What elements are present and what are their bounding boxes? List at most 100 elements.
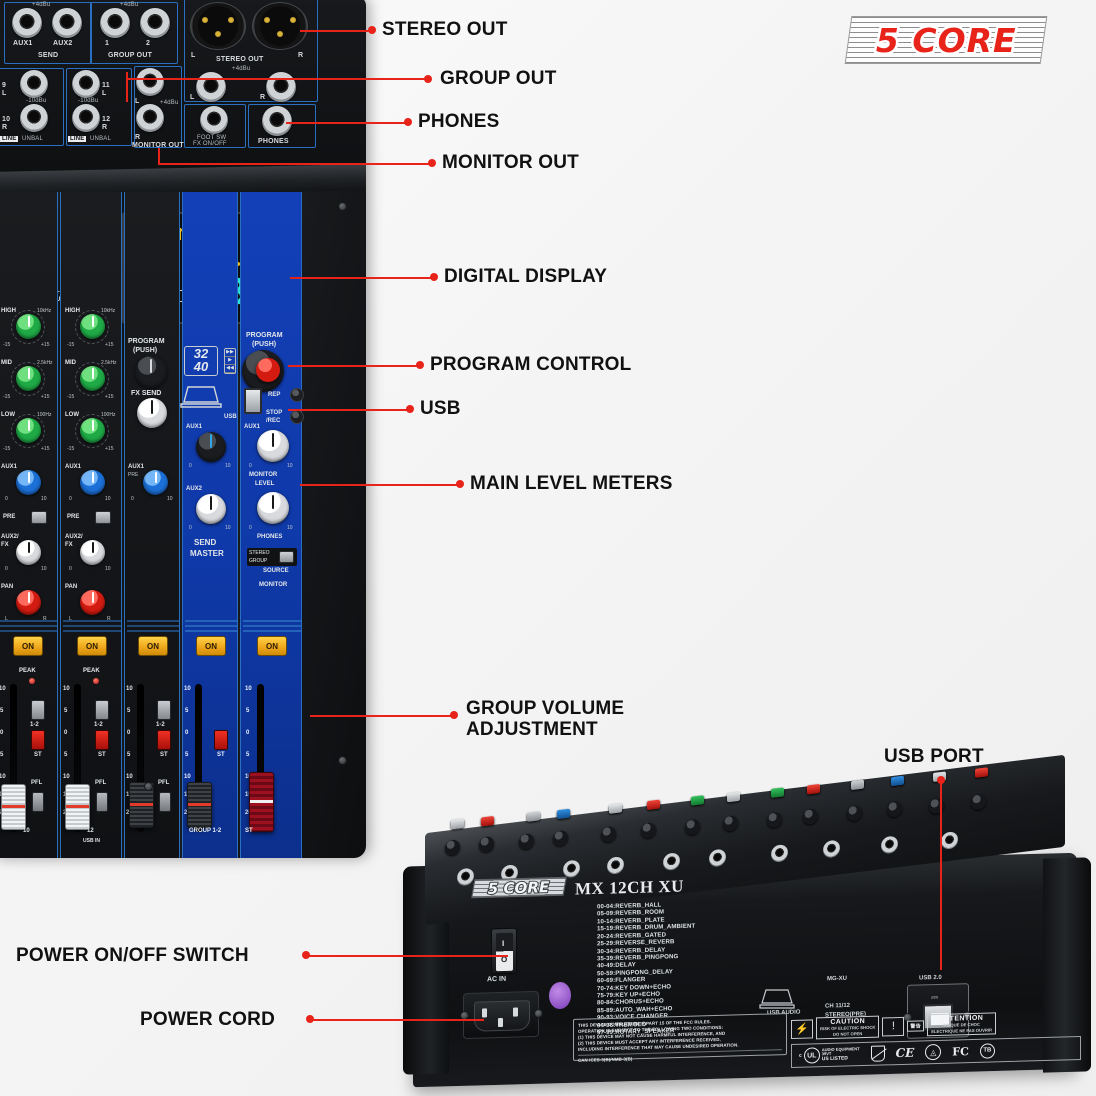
top-cap-red-4[interactable] — [975, 767, 988, 778]
rear-knob-11[interactable] — [847, 804, 862, 822]
rear-jack-1[interactable] — [457, 867, 474, 887]
top-cap-green-2[interactable] — [771, 787, 784, 798]
rear-jack-7[interactable] — [771, 843, 788, 863]
eq-high-knob-1[interactable] — [16, 314, 41, 339]
rear-knob-10[interactable] — [803, 808, 818, 826]
top-cap-blue-1[interactable] — [557, 808, 570, 820]
bus-st-button-2[interactable] — [95, 730, 109, 750]
rep-button[interactable] — [290, 388, 304, 402]
eq-mid-knob-1[interactable] — [16, 366, 41, 391]
stereo-out-l-trs[interactable] — [196, 72, 226, 102]
fx-program-knob[interactable] — [135, 356, 167, 388]
rear-knob-4[interactable] — [553, 829, 568, 847]
stop-rec-button[interactable] — [290, 410, 304, 424]
send-master-aux1-knob[interactable] — [196, 432, 226, 462]
line-in-12-jack[interactable] — [72, 104, 100, 132]
rear-knob-6[interactable] — [641, 822, 656, 839]
rear-knob-12[interactable] — [887, 800, 902, 818]
monitor-out-l-jack[interactable] — [136, 68, 164, 96]
power-cord-socket[interactable] — [460, 990, 543, 1040]
fader-scale-0-3: 0 — [127, 730, 131, 736]
phones-knob[interactable] — [257, 492, 289, 524]
top-cap-4[interactable] — [727, 791, 740, 803]
pre-switch-1[interactable] — [31, 511, 47, 524]
bus-1-2-button-1[interactable] — [31, 700, 45, 720]
top-cap-green-1[interactable] — [691, 795, 704, 806]
group-fader-cap[interactable] — [187, 782, 212, 828]
rear-jack-4[interactable] — [607, 855, 624, 876]
monitor-level-knob[interactable] — [257, 430, 289, 462]
line-in-9-jack[interactable] — [20, 70, 48, 98]
top-cap-5[interactable] — [851, 779, 864, 791]
transport-mini-buttons[interactable]: ▶▶ ▶ ◀◀ — [224, 348, 236, 374]
aux1-send-jack[interactable] — [12, 8, 42, 38]
line-in-11-jack[interactable] — [72, 70, 100, 98]
bus-st-button-3[interactable] — [157, 730, 171, 750]
rear-knob-1[interactable] — [445, 839, 460, 856]
rear-jack-3[interactable] — [563, 859, 580, 879]
stereo-out-r-xlr[interactable] — [252, 2, 308, 50]
source-toggle-switch[interactable] — [279, 551, 294, 563]
aux2fx-knob-2[interactable] — [80, 540, 105, 565]
aux1-knob-3[interactable] — [143, 470, 168, 495]
aux1-knob-2[interactable] — [80, 470, 105, 495]
pan-knob-1[interactable] — [16, 590, 41, 615]
power-switch[interactable]: I O — [491, 927, 517, 975]
eq-mid-knob-2[interactable] — [80, 366, 105, 391]
power-rocker[interactable] — [496, 932, 513, 972]
rear-knob-9[interactable] — [767, 811, 782, 829]
rear-knob-2[interactable] — [479, 835, 494, 853]
aux1-knob-1[interactable] — [16, 470, 41, 495]
group-out-2-jack[interactable] — [140, 8, 170, 38]
rear-knob-3[interactable] — [519, 833, 534, 850]
rear-jack-6[interactable] — [709, 848, 726, 868]
top-cap-1[interactable] — [451, 818, 464, 830]
pfl-button-3[interactable] — [159, 792, 171, 812]
eq-low-knob-1[interactable] — [16, 418, 41, 443]
fader-cap-1[interactable] — [1, 784, 26, 830]
eq-low-knob-2[interactable] — [80, 418, 105, 443]
top-cap-blue-2[interactable] — [891, 775, 904, 787]
stereo-out-r-trs[interactable] — [266, 72, 296, 102]
rear-knob-14[interactable] — [971, 793, 986, 811]
bus-1-2-button-2[interactable] — [95, 700, 109, 720]
top-cap-3[interactable] — [609, 803, 622, 814]
group-out-1-jack[interactable] — [100, 8, 130, 38]
bus-st-button-4[interactable] — [214, 730, 228, 750]
usb-a-port[interactable] — [244, 388, 262, 414]
foot-sw-jack[interactable] — [200, 106, 228, 134]
aux2fx-knob-1[interactable] — [16, 540, 41, 565]
rear-knob-8[interactable] — [723, 814, 738, 832]
on-button-4[interactable]: ON — [196, 636, 226, 656]
pfl-button-2[interactable] — [96, 792, 108, 812]
on-button-1[interactable]: ON — [13, 636, 43, 656]
source-switch-housing[interactable]: STEREO GROUP — [247, 548, 297, 566]
monitor-out-r-jack[interactable] — [136, 104, 164, 132]
line-in-10-jack[interactable] — [20, 104, 48, 132]
eq-high-knob-2[interactable] — [80, 314, 105, 339]
pan-knob-2[interactable] — [80, 590, 105, 615]
bus-1-2-button-3[interactable] — [157, 700, 171, 720]
program-push-button[interactable] — [256, 358, 280, 382]
send-master-aux2-knob[interactable] — [196, 494, 226, 524]
pre-switch-2[interactable] — [95, 511, 111, 524]
line-in-12-ch: R — [102, 124, 108, 131]
fader-cap-2[interactable] — [65, 784, 90, 830]
top-cap-red-2[interactable] — [647, 799, 660, 811]
rear-knob-7[interactable] — [685, 818, 700, 836]
on-button-3[interactable]: ON — [138, 636, 168, 656]
on-button-2[interactable]: ON — [77, 636, 107, 656]
rear-knob-5[interactable] — [601, 825, 616, 843]
on-button-5[interactable]: ON — [257, 636, 287, 656]
top-cap-2[interactable] — [527, 811, 540, 822]
rear-jack-5[interactable] — [663, 852, 680, 872]
fx-send-knob[interactable] — [137, 398, 167, 428]
phones-jack[interactable] — [262, 106, 292, 136]
pfl-button-1[interactable] — [32, 792, 44, 812]
stereo-out-l-xlr[interactable] — [190, 2, 246, 50]
bus-st-button-1[interactable] — [31, 730, 45, 750]
stereo-master-fader-cap[interactable] — [249, 772, 274, 832]
top-cap-red-3[interactable] — [807, 783, 820, 795]
top-cap-red-1[interactable] — [481, 815, 494, 827]
aux2-send-jack[interactable] — [52, 8, 82, 38]
